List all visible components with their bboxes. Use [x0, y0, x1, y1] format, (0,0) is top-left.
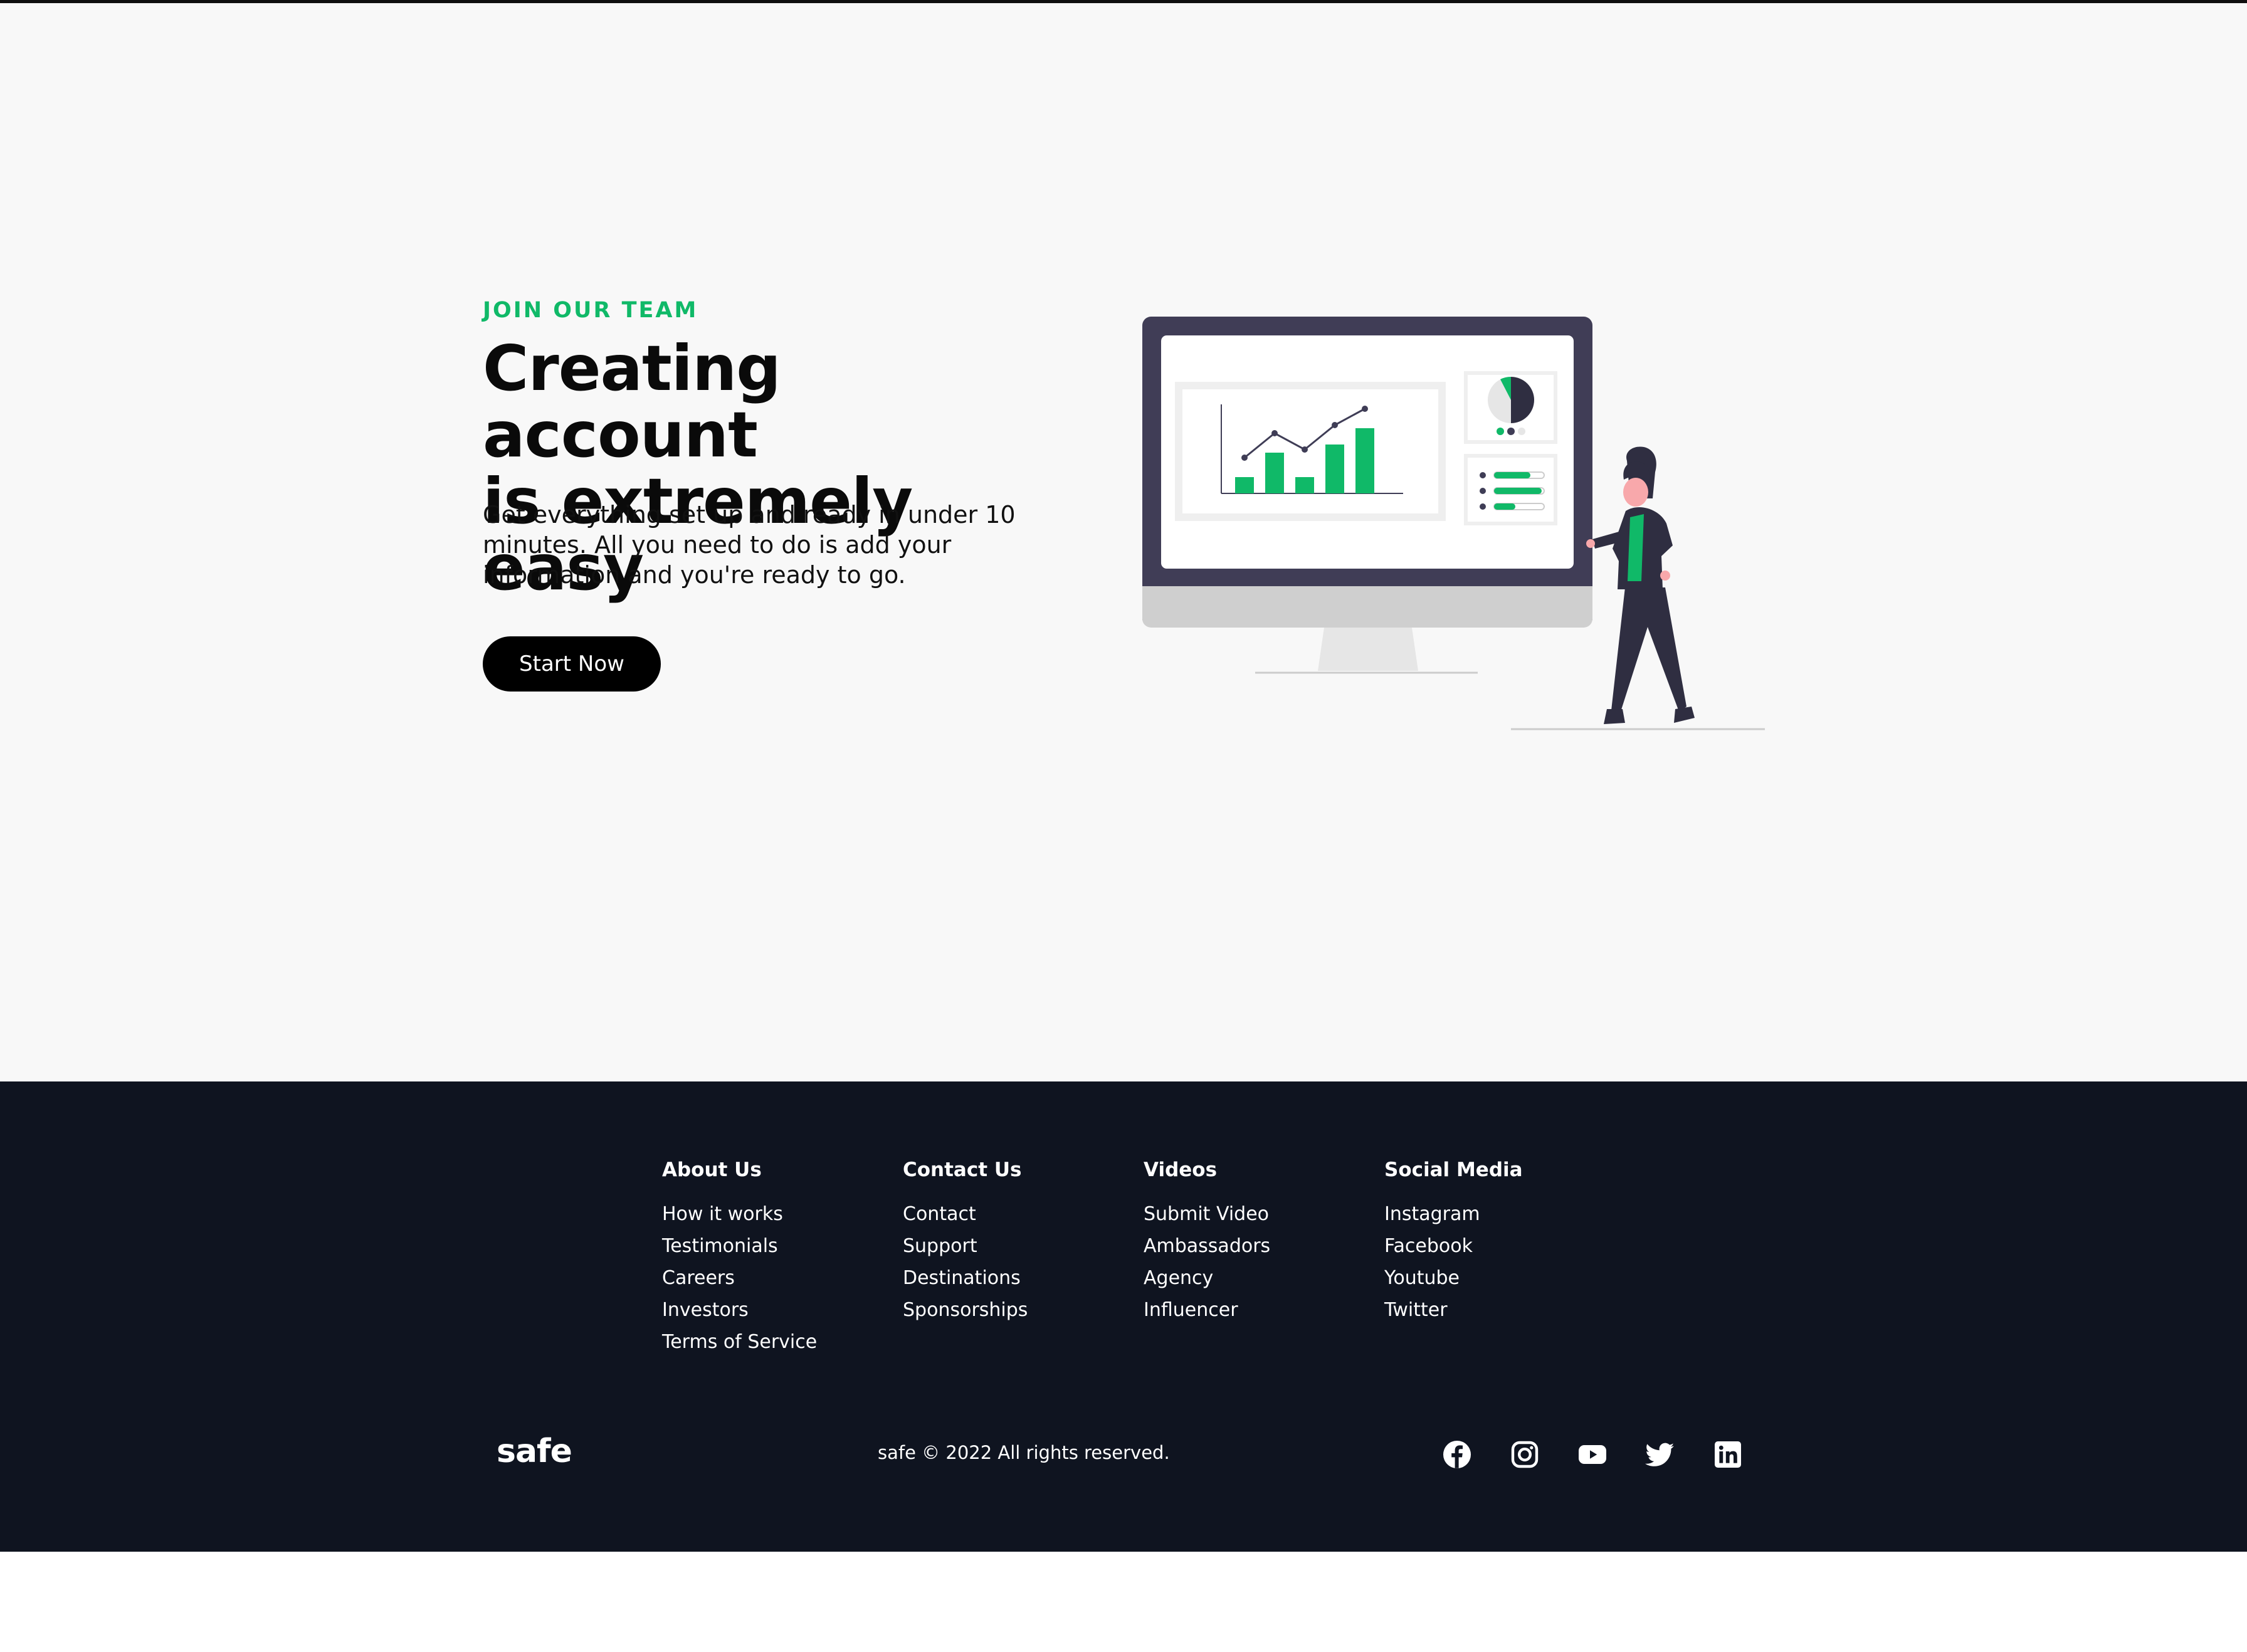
hero-eyebrow: JOIN OUR TEAM	[483, 298, 698, 323]
chart-bar	[1235, 477, 1254, 493]
presenting-person	[1586, 446, 1695, 724]
chart-bar	[1265, 453, 1284, 493]
trend-point	[1241, 455, 1248, 461]
trend-point	[1302, 446, 1308, 453]
instagram-icon[interactable]	[1510, 1439, 1540, 1470]
footer-link-contact[interactable]: Contact	[903, 1198, 1028, 1230]
chart-bar	[1295, 477, 1314, 493]
hero-description: Get everything set up and ready in under…	[483, 501, 1016, 589]
footer-link-careers[interactable]: Careers	[662, 1262, 817, 1294]
footer-link-testimonials[interactable]: Testimonials	[662, 1230, 817, 1262]
footer-link-how-it-works[interactable]: How it works	[662, 1198, 817, 1230]
hero-section	[0, 3, 2247, 1081]
footer-link-instagram[interactable]: Instagram	[1384, 1198, 1523, 1230]
linkedin-icon[interactable]	[1713, 1439, 1743, 1470]
site-footer	[0, 1081, 2247, 1552]
footer-column-about: About Us How it works Testimonials Caree…	[662, 1159, 817, 1358]
footer-link-agency[interactable]: Agency	[1144, 1262, 1270, 1294]
footer-link-investors[interactable]: Investors	[662, 1294, 817, 1326]
footer-column-social-media: Social Media Instagram Facebook Youtube …	[1384, 1159, 1523, 1326]
footer-link-twitter[interactable]: Twitter	[1384, 1294, 1523, 1326]
footer-column-title: About Us	[662, 1159, 762, 1181]
footer-link-terms-of-service[interactable]: Terms of Service	[662, 1326, 817, 1358]
footer-column-contact: Contact Us Contact Support Destinations …	[903, 1159, 1028, 1326]
footer-column-title: Social Media	[1384, 1159, 1523, 1181]
monitor-chin	[1142, 586, 1592, 628]
person-presenting-monitor-illustration	[1142, 317, 1765, 730]
footer-link-support[interactable]: Support	[903, 1230, 1028, 1262]
footer-link-submit-video[interactable]: Submit Video	[1144, 1198, 1270, 1230]
chart-panel	[1175, 382, 1446, 521]
start-now-button[interactable]: Start Now	[483, 636, 661, 692]
footer-logo[interactable]: safe	[497, 1433, 572, 1470]
trend-point	[1362, 406, 1368, 412]
monitor-stand	[1318, 628, 1418, 671]
trend-point	[1271, 430, 1278, 436]
facebook-icon[interactable]	[1442, 1439, 1472, 1470]
footer-link-youtube[interactable]: Youtube	[1384, 1262, 1523, 1294]
footer-link-ambassadors[interactable]: Ambassadors	[1144, 1230, 1270, 1262]
trend-point	[1332, 422, 1338, 428]
chart-bar	[1325, 445, 1344, 493]
social-icons-row	[1442, 1439, 1743, 1470]
footer-link-facebook[interactable]: Facebook	[1384, 1230, 1523, 1262]
footer-column-title: Contact Us	[903, 1159, 1022, 1181]
footer-column-title: Videos	[1144, 1159, 1218, 1181]
copyright-text: safe © 2022 All rights reserved.	[878, 1442, 1170, 1463]
chart-bar	[1355, 428, 1374, 493]
footer-link-influencer[interactable]: Influencer	[1144, 1294, 1270, 1326]
youtube-icon[interactable]	[1577, 1439, 1608, 1470]
twitter-icon[interactable]	[1645, 1439, 1675, 1470]
footer-link-destinations[interactable]: Destinations	[903, 1262, 1028, 1294]
hero-headline-line1: Creating account	[483, 332, 781, 471]
footer-link-sponsorships[interactable]: Sponsorships	[903, 1294, 1028, 1326]
footer-column-videos: Videos Submit Video Ambassadors Agency I…	[1144, 1159, 1270, 1326]
